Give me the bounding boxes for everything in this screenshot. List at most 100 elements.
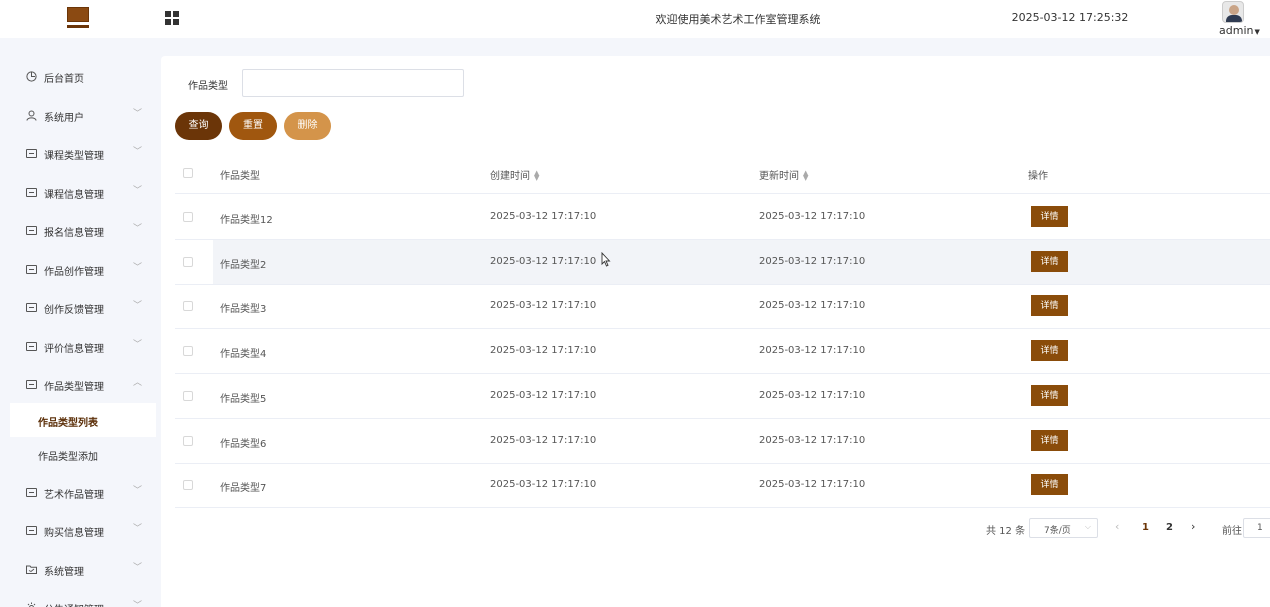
mouse-cursor-icon	[601, 252, 611, 267]
sidebar-item-1[interactable]: 系统用户 ﹀	[0, 97, 156, 135]
list-icon	[26, 379, 37, 390]
detail-button[interactable]: 详情	[1031, 429, 1068, 451]
sidebar-subitem-label: 作品类型列表	[38, 417, 98, 429]
row-checkbox[interactable]	[183, 256, 193, 267]
grid-menu-toggle-icon[interactable]	[165, 11, 179, 25]
table-row: 作品类型2 2025-03-12 17:17:10 2025-03-12 17:17…	[175, 239, 1270, 285]
chevron-down-icon: ﹀	[133, 262, 143, 273]
sidebar-item-5[interactable]: 作品创作管理 ﹀	[0, 251, 156, 289]
cell-created: 2025-03-12 17:17:10	[490, 300, 597, 312]
sidebar-item-3[interactable]: 课程信息管理 ﹀	[0, 174, 156, 212]
cell-created: 2025-03-12 17:17:10	[490, 345, 597, 357]
prev-page-icon[interactable]: ‹	[1115, 520, 1119, 533]
cell-created: 2025-03-12 17:17:10	[490, 479, 597, 491]
sidebar-subitem-1[interactable]: 作品类型添加	[10, 437, 156, 471]
sidebar-item-label: 公告通知管理	[44, 601, 104, 607]
row-checkbox[interactable]	[183, 480, 193, 491]
sidebar-item-label: 系统管理	[44, 566, 84, 578]
detail-button[interactable]: 详情	[1031, 384, 1068, 406]
row-checkbox[interactable]	[183, 212, 193, 222]
chevron-down-icon: ﹀	[133, 601, 143, 607]
search-input[interactable]	[242, 69, 464, 97]
table-row: 作品类型3 2025-03-12 17:17:10 2025-03-12 17:17…	[175, 284, 1270, 330]
sidebar-item-0[interactable]: 后台首页	[0, 58, 156, 96]
cell-created: 2025-03-12 17:17:10	[490, 211, 597, 222]
sidebar-item-label: 课程信息管理	[44, 189, 104, 201]
list-icon	[26, 225, 37, 236]
reset-button[interactable]: 重置	[229, 112, 277, 140]
row-checkbox[interactable]	[183, 346, 193, 357]
sort-icon[interactable]: ▲ ▼	[534, 170, 539, 182]
sidebar-item-4[interactable]: 报名信息管理 ﹀	[0, 212, 156, 250]
list-icon	[26, 148, 37, 159]
page-number-2[interactable]: 2	[1166, 522, 1173, 533]
page-number-1[interactable]: 1	[1142, 522, 1149, 533]
select-all-checkbox[interactable]	[183, 168, 193, 178]
table-row: 作品类型6 2025-03-12 17:17:10 2025-03-12 17:17…	[175, 419, 1270, 464]
chevron-down-icon: ﹀	[133, 147, 143, 157]
sidebar-item-label: 作品类型管理	[44, 382, 104, 393]
page-size-select[interactable]: 7条/页 ⌵	[1029, 518, 1098, 538]
table-header: 作品类型 创建时间 ▲ ▼ 更新时间 ▲ ▼ 操作	[175, 151, 1270, 194]
chevron-down-icon: ⌵	[1084, 522, 1091, 531]
sidebar-item-9[interactable]: 艺术作品管理 ﹀	[0, 474, 156, 512]
avatar[interactable]	[1222, 1, 1244, 23]
detail-button[interactable]: 详情	[1031, 474, 1068, 496]
sidebar-item-7[interactable]: 评价信息管理 ﹀	[0, 328, 156, 366]
sidebar: 后台首页 系统用户 ﹀ 课程类型管理 ﹀ 课程信息管理 ﹀ 报名信息管理 ﹀ 作品创作管理 ﹀ 创作反…	[0, 43, 156, 607]
sidebar-item-label: 艺术作品管理	[44, 489, 104, 501]
cell-updated: 2025-03-12 17:17:10	[759, 389, 866, 401]
chevron-down-icon: ﹀	[133, 224, 143, 234]
cell-updated: 2025-03-12 17:17:10	[759, 211, 866, 222]
column-header-updated[interactable]: 更新时间 ▲ ▼	[759, 167, 808, 183]
sidebar-item-2[interactable]: 课程类型管理 ﹀	[0, 135, 156, 173]
cell-created: 2025-03-12 17:17:10	[490, 434, 597, 446]
pagination: 共 12 条 7条/页 ⌵ ‹ 1 2 › 前往 1	[161, 517, 1270, 539]
goto-page-input[interactable]: 1	[1243, 518, 1270, 538]
cell-created: 2025-03-12 17:17:10	[490, 255, 597, 267]
main-panel: 作品类型 查询 重置 删除 作品类型 创建时间 ▲ ▼ 更新时间 ▲ ▼ 操作 作品类型…	[161, 56, 1270, 607]
column-header-type: 作品类型	[220, 171, 260, 182]
sidebar-item-8[interactable]: 作品类型管理 ︿	[0, 366, 156, 404]
sidebar-item-label: 创作反馈管理	[44, 305, 104, 316]
chevron-down-icon: ﹀	[133, 562, 143, 573]
sidebar-item-label: 购买信息管理	[44, 528, 104, 539]
chevron-up-icon: ︿	[133, 378, 143, 388]
cell-updated: 2025-03-12 17:17:10	[759, 479, 866, 491]
row-checkbox[interactable]	[183, 390, 193, 401]
sidebar-item-label: 系统用户	[44, 112, 84, 124]
sidebar-subitem-0[interactable]: 作品类型列表	[10, 402, 156, 437]
next-page-icon[interactable]: ›	[1191, 520, 1195, 533]
cell-created: 2025-03-12 17:17:10	[490, 389, 597, 401]
query-button[interactable]: 查询	[175, 112, 222, 140]
chevron-down-icon: ﹀	[133, 185, 143, 196]
gear-icon	[26, 602, 37, 607]
list-icon	[26, 487, 37, 498]
pagination-total: 共 12 条	[986, 526, 1026, 537]
row-checkbox[interactable]	[183, 435, 193, 446]
goto-label: 前往	[1222, 526, 1242, 537]
detail-button[interactable]: 详情	[1031, 295, 1068, 317]
sidebar-item-label: 后台首页	[44, 74, 84, 85]
user-name-label: admin	[1219, 24, 1254, 37]
sidebar-item-6[interactable]: 创作反馈管理 ﹀	[0, 289, 156, 327]
cell-updated: 2025-03-12 17:17:10	[759, 300, 866, 312]
system-title: 欢迎使用美术艺术工作室管理系统	[655, 13, 821, 26]
table-row: 作品类型12 2025-03-12 17:17:10 2025-03-12 17:1…	[175, 195, 1270, 240]
delete-button[interactable]: 删除	[284, 112, 331, 140]
chevron-down-icon: ﹀	[133, 301, 143, 311]
sidebar-item-label: 作品创作管理	[44, 266, 104, 278]
cell-type: 作品类型4	[220, 349, 267, 361]
table-row: 作品类型7 2025-03-12 17:17:10 2025-03-12 17:17…	[175, 463, 1270, 509]
user-menu[interactable]: admin▼	[1219, 24, 1260, 37]
sidebar-item-12[interactable]: 公告通知管理 ﹀	[0, 589, 156, 607]
sort-icon[interactable]: ▲ ▼	[803, 170, 808, 182]
detail-button[interactable]: 详情	[1031, 206, 1068, 227]
sidebar-item-11[interactable]: 系统管理 ﹀	[0, 551, 156, 589]
detail-button[interactable]: 详情	[1031, 250, 1068, 272]
table-row: 作品类型5 2025-03-12 17:17:10 2025-03-12 17:17…	[175, 374, 1270, 419]
sidebar-item-10[interactable]: 购买信息管理 ﹀	[0, 512, 156, 550]
detail-button[interactable]: 详情	[1031, 340, 1068, 362]
column-header-created[interactable]: 创建时间 ▲ ▼	[490, 167, 539, 183]
row-checkbox[interactable]	[183, 301, 193, 312]
